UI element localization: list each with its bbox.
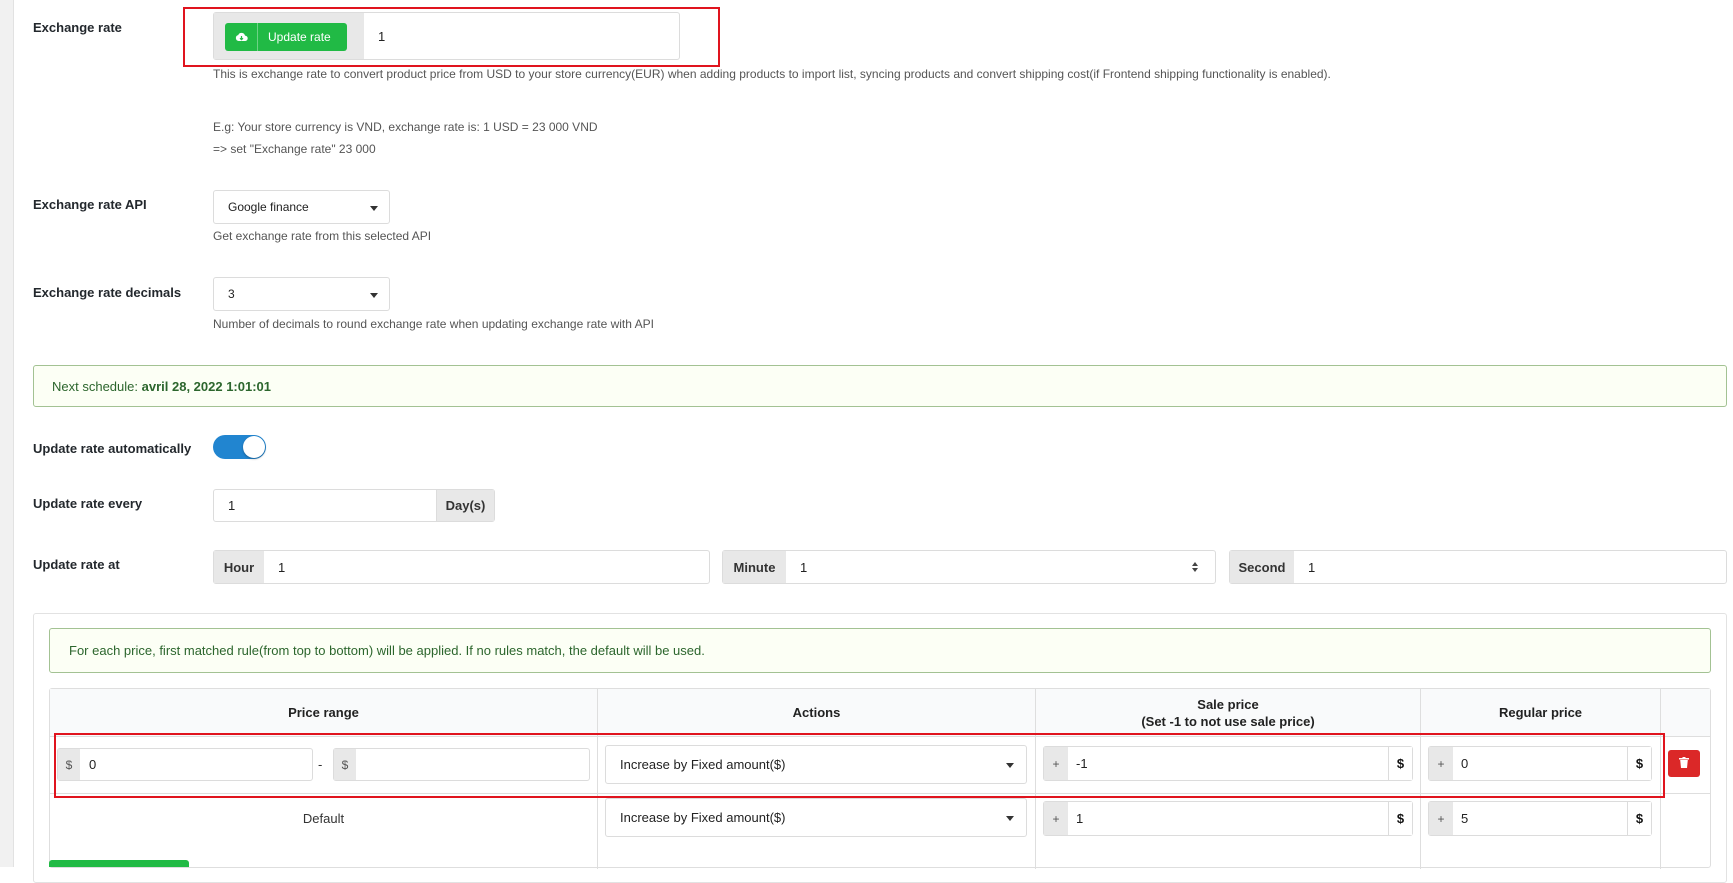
chevron-down-icon: [370, 206, 378, 211]
next-schedule-message: Next schedule: avril 28, 2022 1:01:01: [33, 365, 1727, 407]
update-every-input[interactable]: 1: [214, 490, 436, 521]
chevron-down-icon: [1006, 816, 1014, 821]
second-input-group: Second 1: [1229, 550, 1727, 584]
exchange-rate-example-result: => set "Exchange rate" 23 000: [213, 142, 376, 156]
update-at-label: Update rate at: [33, 557, 120, 572]
header-regular-price: Regular price: [1498, 705, 1583, 720]
spinner-arrows-icon[interactable]: [1191, 560, 1199, 577]
currency-addon: $: [1627, 802, 1651, 835]
header-sale-price-note: (Set -1 to not use sale price): [1141, 714, 1315, 729]
rules-notice: For each price, first matched rule(from …: [49, 628, 1711, 673]
update-every-input-group: 1 Day(s): [213, 489, 495, 522]
highlight-exchange-rate: [183, 7, 720, 67]
exchange-rate-label: Exchange rate: [33, 20, 122, 35]
header-actions: Actions: [792, 705, 841, 720]
next-schedule-value: avril 28, 2022 1:01:01: [141, 378, 272, 394]
default-row-label: Default: [302, 811, 345, 826]
update-auto-label: Update rate automatically: [33, 441, 192, 456]
hour-input[interactable]: 1: [264, 551, 709, 583]
header-price-range: Price range: [288, 705, 359, 720]
exchange-rate-description: This is exchange rate to convert product…: [213, 67, 1331, 81]
exchange-rate-api-description: Get exchange rate from this selected API: [213, 229, 432, 243]
plus-addon: +: [1429, 802, 1453, 835]
second-input[interactable]: 1: [1294, 551, 1726, 583]
minute-input[interactable]: 1: [786, 551, 1185, 583]
exchange-rate-decimals-label: Exchange rate decimals: [33, 285, 182, 300]
toggle-knob: [243, 436, 265, 458]
minute-input-group: Minute 1: [722, 550, 1216, 584]
hour-label: Hour: [214, 551, 264, 583]
default-action-value: Increase by Fixed amount($): [620, 810, 786, 825]
exchange-rate-api-label: Exchange rate API: [33, 197, 147, 212]
header-sale-price: Sale price: [1197, 697, 1259, 712]
admin-sidebar-edge: [0, 0, 14, 867]
default-regular-price-input[interactable]: 5: [1453, 802, 1627, 835]
default-action-select[interactable]: Increase by Fixed amount($): [605, 798, 1027, 837]
exchange-rate-api-value: Google finance: [228, 200, 309, 214]
exchange-rate-decimals-value: 3: [228, 287, 235, 301]
trash-icon: [1679, 756, 1689, 771]
exchange-rate-example: E.g: Your store currency is VND, exchang…: [213, 120, 598, 134]
second-label: Second: [1230, 551, 1294, 583]
update-every-label: Update rate every: [33, 496, 143, 511]
delete-rule-button[interactable]: [1668, 750, 1700, 777]
next-schedule-prefix: Next schedule:: [52, 378, 138, 394]
plus-addon: +: [1044, 802, 1068, 835]
hour-input-group: Hour 1: [213, 550, 710, 584]
minute-label: Minute: [723, 551, 786, 583]
default-regular-price-group: + 5 $: [1428, 801, 1652, 836]
highlight-rule-row: [54, 733, 1665, 798]
default-sale-price-group: + 1 $: [1043, 801, 1413, 836]
add-rule-button[interactable]: [49, 860, 189, 867]
exchange-rate-decimals-description: Number of decimals to round exchange rat…: [213, 317, 654, 331]
currency-addon: $: [1388, 802, 1412, 835]
update-every-unit: Day(s): [436, 490, 494, 521]
exchange-rate-api-select[interactable]: Google finance: [213, 190, 390, 224]
chevron-down-icon: [370, 293, 378, 298]
update-auto-toggle[interactable]: [213, 435, 266, 459]
exchange-rate-decimals-select[interactable]: 3: [213, 277, 390, 311]
default-sale-price-input[interactable]: 1: [1068, 802, 1388, 835]
